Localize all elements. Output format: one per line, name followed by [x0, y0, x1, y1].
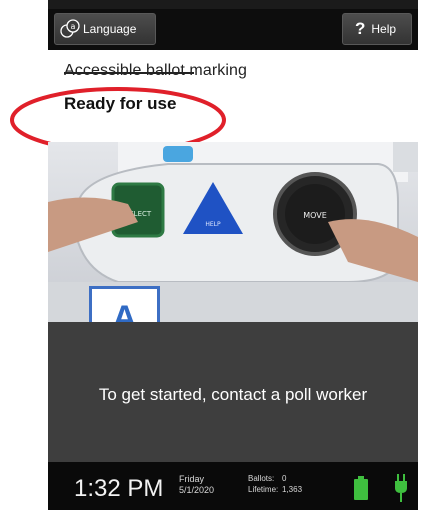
language-button[interactable]: a Language [54, 13, 156, 45]
help-key-label: HELP [205, 221, 221, 228]
help-label: Help [371, 22, 397, 36]
instruction-message: To get started, contact a poll worker [98, 385, 368, 404]
ballots-value: 0 [282, 474, 287, 483]
message-panel: To get started, contact a poll worker [48, 322, 418, 462]
lifetime-label: Lifetime: [248, 485, 279, 494]
lifetime-value: 1,363 [282, 485, 303, 494]
status-bar: 1:32 PM Friday 5/1/2020 Ballots: 0 Lifeti… [48, 462, 418, 510]
svg-text:a: a [71, 22, 76, 31]
strike-mark [64, 72, 194, 74]
mode-subtitle: Accessible ballot marking [64, 62, 248, 79]
language-icon: a [60, 19, 80, 38]
help-icon: ? [355, 19, 366, 38]
clock-time: 1:32 PM [74, 475, 164, 502]
ballots-label: Ballots: [248, 474, 275, 483]
help-button[interactable]: ? Help [342, 13, 412, 45]
date: 5/1/2020 [179, 485, 215, 495]
ballot-counters: Ballots: 0 Lifetime: 1,363 [248, 473, 302, 495]
date-display: Friday 5/1/2020 [179, 474, 214, 496]
weekday: Friday [179, 474, 205, 484]
battery-icon [354, 476, 368, 500]
move-key-label: MOVE [303, 211, 327, 220]
top-bar: a Language ? Help [48, 9, 418, 50]
language-label: Language [83, 22, 137, 36]
power-plug-icon [395, 474, 407, 502]
